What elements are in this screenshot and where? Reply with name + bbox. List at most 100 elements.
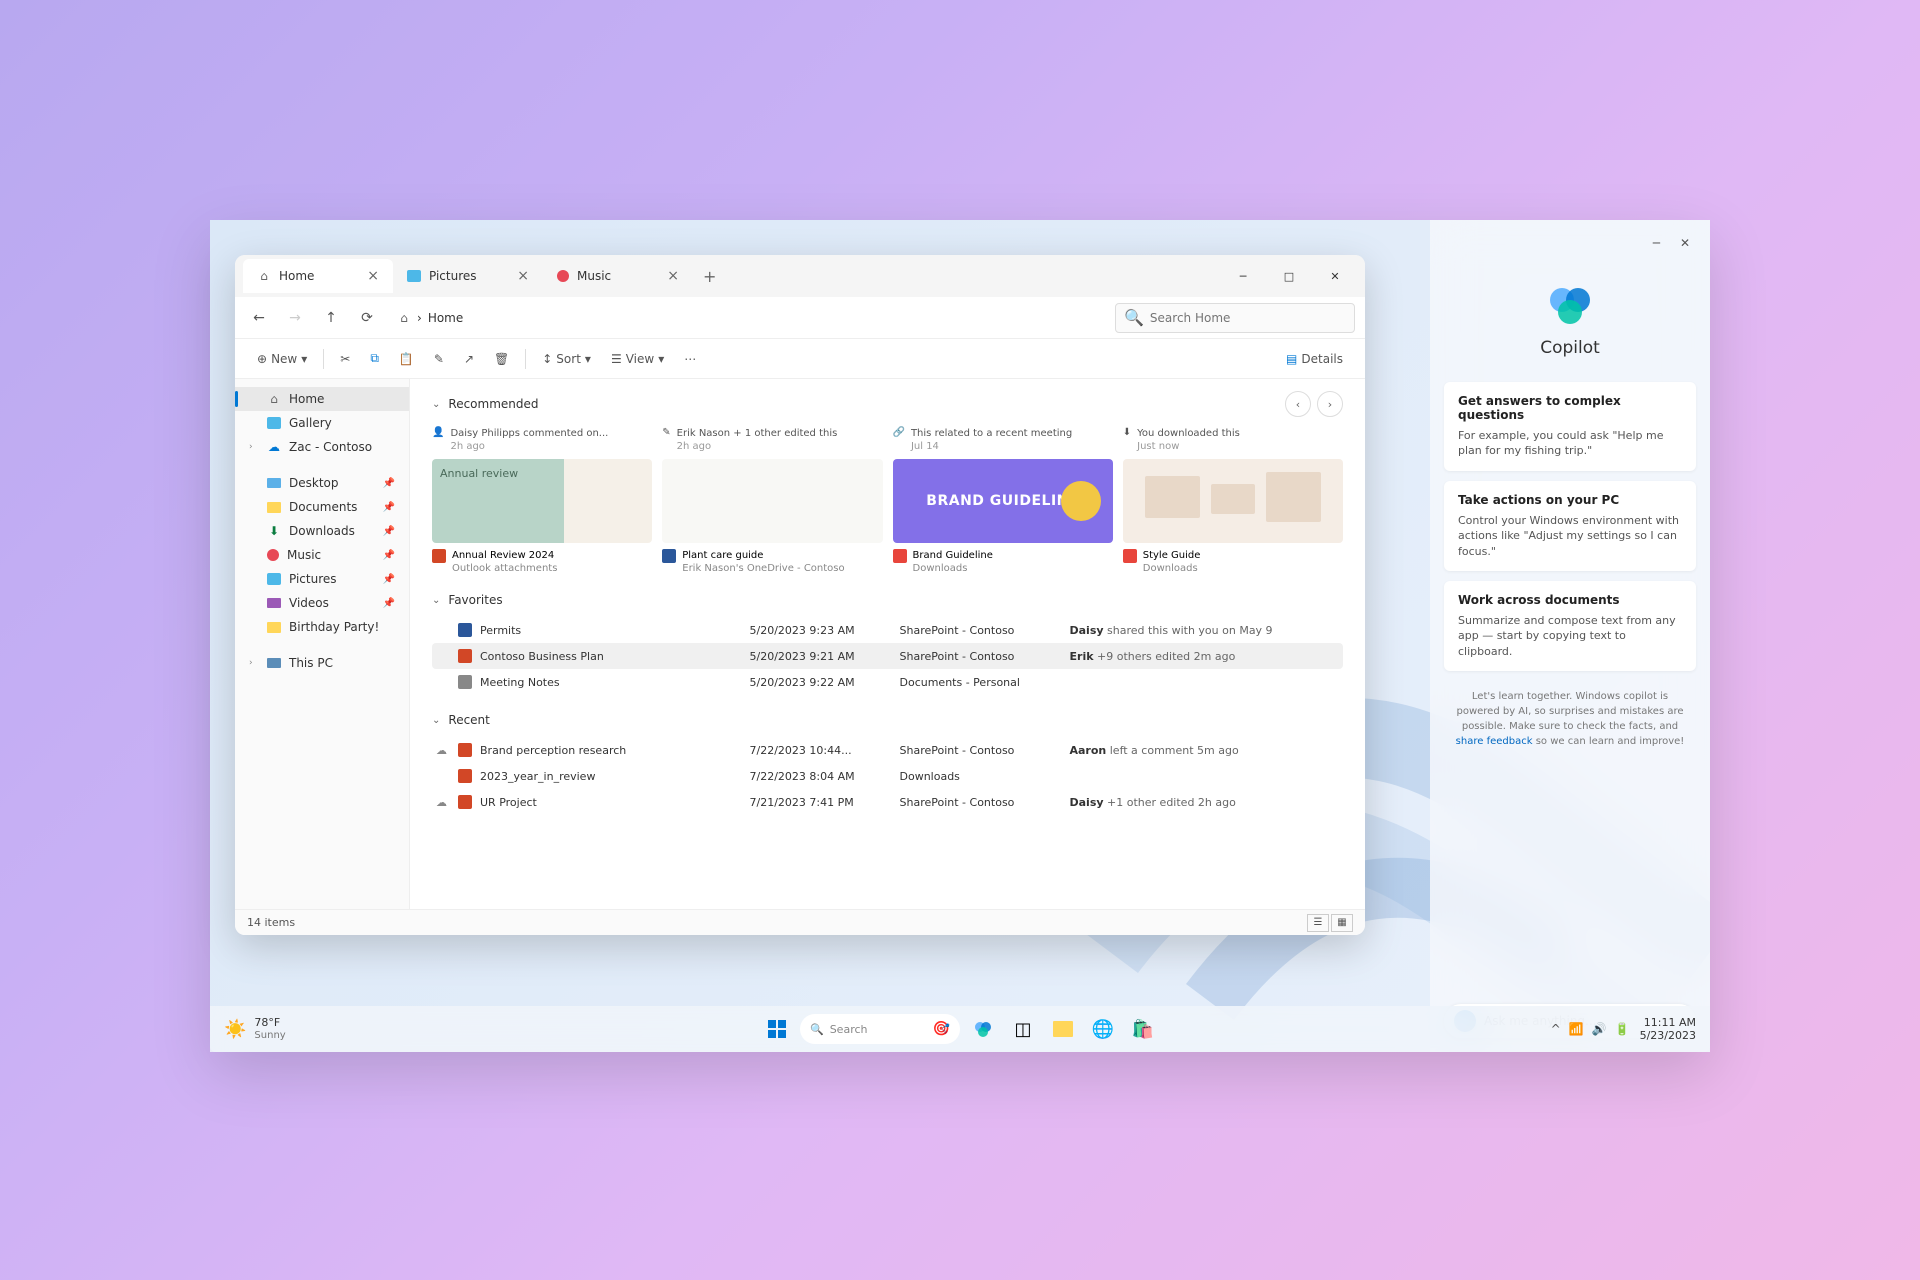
close-icon[interactable]: ×	[517, 268, 529, 284]
search-icon: 🔍	[810, 1023, 824, 1036]
file-row[interactable]: 2023_year_in_review7/22/2023 8:04 AMDown…	[432, 763, 1343, 789]
task-view-button[interactable]: ◫	[1006, 1012, 1040, 1046]
content-pane: ⌄ Recommended ‹ › 👤Daisy Philipps commen…	[410, 379, 1365, 909]
search-icon: 🔍	[1124, 308, 1144, 327]
sidebar-item-folder[interactable]: Birthday Party!	[235, 615, 409, 639]
details-view-button[interactable]: ☰	[1307, 914, 1329, 932]
explorer-taskbar-button[interactable]	[1046, 1012, 1080, 1046]
file-thumbnail: BRAND GUIDELINE	[893, 459, 1113, 543]
command-bar: ⊕New▾ ✂ ⧉ 📋 ✎ ↗ 🗑 ↕Sort▾ ☰View▾ ⋯ ▤Detai…	[235, 339, 1365, 379]
edge-taskbar-button[interactable]: 🌐	[1086, 1012, 1120, 1046]
prev-button[interactable]: ‹	[1285, 391, 1311, 417]
rename-button[interactable]: ✎	[426, 348, 452, 370]
sort-button[interactable]: ↕Sort▾	[534, 348, 599, 370]
tab-label: Music	[577, 269, 611, 283]
weather-widget[interactable]: ☀️ 78°F Sunny	[224, 1017, 286, 1040]
clock[interactable]: 11:11 AM 5/23/2023	[1640, 1016, 1696, 1042]
refresh-button[interactable]: ⟳	[353, 304, 381, 332]
feedback-link[interactable]: share feedback	[1456, 736, 1533, 747]
breadcrumb[interactable]: ⌂ › Home	[389, 311, 1107, 325]
cloud-icon: ☁	[267, 440, 281, 454]
search-field[interactable]: 🔍	[1115, 303, 1355, 333]
close-icon[interactable]: ×	[667, 268, 679, 284]
tab-strip: ⌂ Home × Pictures × Music × + ─ □ ✕	[235, 255, 1365, 297]
back-button[interactable]: ←	[245, 304, 273, 332]
sidebar-item-gallery[interactable]: Gallery	[235, 411, 409, 435]
volume-icon[interactable]: 🔊	[1592, 1022, 1607, 1036]
copilot-suggestion-card[interactable]: Work across documents Summarize and comp…	[1444, 581, 1696, 671]
store-taskbar-button[interactable]: 🛍️	[1126, 1012, 1160, 1046]
tray-overflow-button[interactable]: ^	[1551, 1022, 1561, 1036]
new-button[interactable]: ⊕New▾	[249, 348, 315, 370]
copilot-suggestion-card[interactable]: Get answers to complex questions For exa…	[1444, 382, 1696, 471]
sidebar-item-this-pc[interactable]: ›This PC	[235, 651, 409, 675]
minimize-button[interactable]: ─	[1647, 234, 1666, 252]
delete-button[interactable]: 🗑	[486, 348, 517, 370]
desktop-icon	[267, 478, 281, 488]
home-icon: ⌂	[267, 392, 281, 406]
wifi-icon[interactable]: 📶	[1569, 1022, 1584, 1036]
section-header[interactable]: ⌄Favorites	[432, 593, 1343, 607]
start-button[interactable]	[760, 1012, 794, 1046]
file-row[interactable]: ☁UR Project7/21/2023 7:41 PMSharePoint -…	[432, 789, 1343, 815]
pictures-icon	[407, 270, 421, 282]
more-button[interactable]: ⋯	[676, 348, 704, 370]
up-button[interactable]: ↑	[317, 304, 345, 332]
recommended-card[interactable]: 👤Daisy Philipps commented on...2h ago An…	[432, 427, 652, 575]
icons-view-button[interactable]: ▦	[1331, 914, 1353, 932]
close-button[interactable]: ✕	[1313, 260, 1357, 292]
taskbar-search[interactable]: 🔍Search🎯	[800, 1014, 960, 1044]
close-button[interactable]: ✕	[1674, 234, 1696, 252]
paste-button[interactable]: 📋	[391, 348, 422, 370]
sidebar-item-music[interactable]: Music📌	[235, 543, 409, 567]
file-row[interactable]: Meeting Notes5/20/2023 9:22 AMDocuments …	[432, 669, 1343, 695]
recommended-grid: 👤Daisy Philipps commented on...2h ago An…	[432, 427, 1343, 575]
ellipsis-icon: ⋯	[684, 352, 696, 366]
powerpoint-icon	[458, 743, 472, 757]
copilot-icon	[1546, 280, 1594, 328]
sidebar-item-home[interactable]: ⌂Home	[235, 387, 409, 411]
taskbar-center: 🔍Search🎯 ◫ 🌐 🛍️	[760, 1012, 1160, 1046]
recommended-card[interactable]: ⬇You downloaded thisJust now Style Guide…	[1123, 427, 1343, 575]
sidebar-item-pictures[interactable]: Pictures📌	[235, 567, 409, 591]
address-bar: ← → ↑ ⟳ ⌂ › Home 🔍	[235, 297, 1365, 339]
details-pane-button[interactable]: ▤Details	[1278, 348, 1351, 370]
favorites-section: ⌄Favorites Permits5/20/2023 9:23 AMShare…	[432, 593, 1343, 695]
copy-button[interactable]: ⧉	[362, 347, 387, 370]
sidebar-item-documents[interactable]: Documents📌	[235, 495, 409, 519]
section-header[interactable]: ⌄Recent	[432, 713, 1343, 727]
file-row[interactable]: Contoso Business Plan5/20/2023 9:21 AMSh…	[432, 643, 1343, 669]
tab-home[interactable]: ⌂ Home ×	[243, 259, 393, 293]
forward-button[interactable]: →	[281, 304, 309, 332]
item-count: 14 items	[247, 916, 295, 929]
maximize-button[interactable]: □	[1267, 260, 1311, 292]
close-icon[interactable]: ×	[367, 268, 379, 284]
download-icon: ⬇	[267, 524, 281, 538]
cut-button[interactable]: ✂	[332, 348, 358, 370]
share-button[interactable]: ↗	[456, 348, 482, 370]
section-header[interactable]: ⌄ Recommended ‹ ›	[432, 391, 1343, 417]
tab-music[interactable]: Music ×	[543, 259, 693, 293]
sun-icon: ☀️	[224, 1019, 246, 1040]
file-thumbnail	[432, 459, 652, 543]
sidebar-item-desktop[interactable]: Desktop📌	[235, 471, 409, 495]
next-button[interactable]: ›	[1317, 391, 1343, 417]
chevron-down-icon: ▾	[301, 352, 307, 366]
breadcrumb-segment: Home	[428, 311, 463, 325]
sidebar-item-downloads[interactable]: ⬇Downloads📌	[235, 519, 409, 543]
file-row[interactable]: ☁Brand perception research7/22/2023 10:4…	[432, 737, 1343, 763]
new-tab-button[interactable]: +	[693, 267, 726, 286]
sidebar-item-onedrive[interactable]: ›☁Zac - Contoso	[235, 435, 409, 459]
tab-pictures[interactable]: Pictures ×	[393, 259, 543, 293]
minimize-button[interactable]: ─	[1221, 260, 1265, 292]
view-button[interactable]: ☰View▾	[603, 348, 672, 370]
copilot-suggestion-card[interactable]: Take actions on your PC Control your Win…	[1444, 481, 1696, 571]
battery-icon[interactable]: 🔋	[1615, 1022, 1630, 1036]
copilot-taskbar-button[interactable]	[966, 1012, 1000, 1046]
status-bar: 14 items ☰ ▦	[235, 909, 1365, 935]
recommended-card[interactable]: ✎Erik Nason + 1 other edited this2h ago …	[662, 427, 882, 575]
sidebar-item-videos[interactable]: Videos📌	[235, 591, 409, 615]
file-row[interactable]: Permits5/20/2023 9:23 AMSharePoint - Con…	[432, 617, 1343, 643]
recommended-card[interactable]: 🔗This related to a recent meetingJul 14 …	[893, 427, 1113, 575]
search-input[interactable]	[1150, 311, 1346, 325]
